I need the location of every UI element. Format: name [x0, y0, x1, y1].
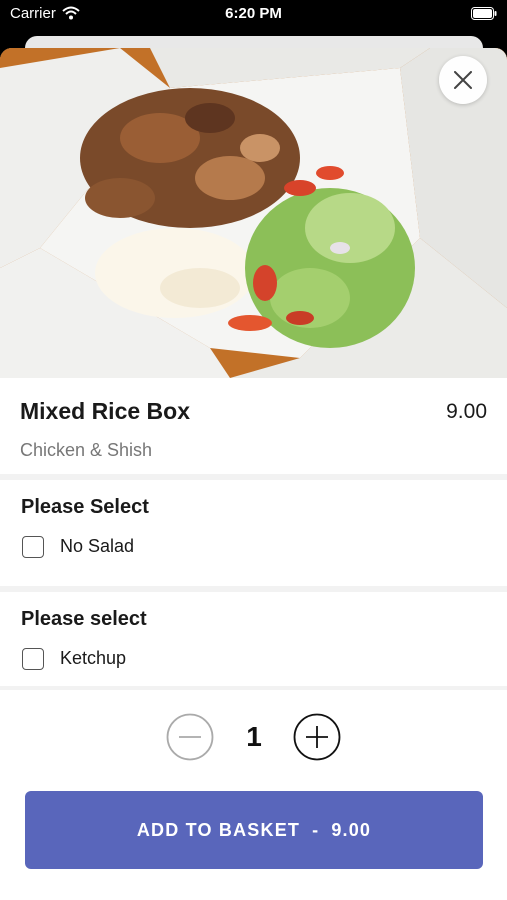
item-header: Mixed Rice Box 9.00 Chicken & Shish [0, 378, 507, 474]
plus-icon [293, 713, 341, 761]
status-bar: Carrier 6:20 PM [0, 0, 507, 30]
divider [0, 686, 507, 690]
option-group: Please Select No Salad [0, 480, 507, 586]
item-price: 9.00 [446, 400, 487, 423]
quantity-value: 1 [246, 721, 262, 752]
item-subtitle: Chicken & Shish [20, 440, 153, 460]
item-title: Mixed Rice Box [20, 398, 190, 424]
decrease-quantity-button[interactable] [166, 713, 214, 761]
item-detail-sheet: Mixed Rice Box 9.00 Chicken & Shish Plea… [0, 48, 507, 900]
close-button[interactable] [439, 56, 487, 104]
increase-quantity-button[interactable] [293, 713, 341, 761]
option-group: Please select Ketchup [0, 592, 507, 692]
minus-icon [166, 713, 214, 761]
add-button-label: ADD TO BASKET [136, 819, 301, 840]
checkbox[interactable] [22, 648, 44, 670]
add-button-price: 9.00 [331, 819, 372, 840]
status-time: 6:20 PM [225, 5, 282, 22]
add-button-separator: - [312, 819, 320, 840]
checkbox[interactable] [22, 536, 44, 558]
item-image [0, 48, 507, 378]
add-to-basket-button[interactable]: ADD TO BASKET - 9.00 [25, 791, 483, 869]
option-group-title: Please Select [21, 496, 149, 518]
quantity-stepper: 1 [0, 713, 507, 763]
battery-icon [471, 7, 497, 20]
option-label: No Salad [60, 536, 135, 556]
option-label: Ketchup [60, 648, 127, 668]
option-group-title: Please select [21, 608, 147, 630]
close-icon [454, 71, 472, 89]
